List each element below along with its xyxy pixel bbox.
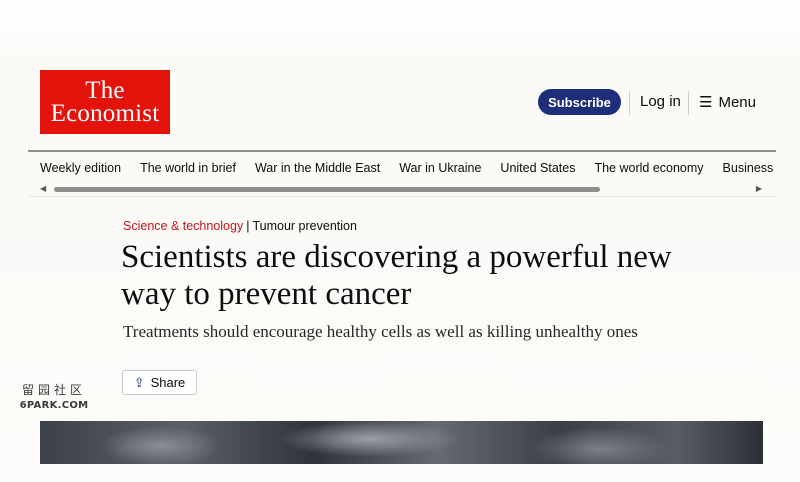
scroll-thumb[interactable]	[54, 187, 600, 192]
watermark-chinese: 留园社区	[21, 383, 86, 397]
scroll-right-arrow-icon[interactable]: ▶	[756, 184, 762, 193]
breadcrumb: Science & technology | Tumour prevention	[123, 219, 357, 233]
nav-top-rule	[28, 150, 776, 152]
section-nav: Weekly edition The world in brief War in…	[40, 161, 773, 175]
scroll-left-arrow-icon[interactable]: ◀	[40, 184, 46, 193]
share-button[interactable]: ⇪ Share	[122, 370, 197, 395]
nav-item-ukraine[interactable]: War in Ukraine	[399, 161, 481, 175]
section-link[interactable]: Science & technology	[123, 219, 243, 233]
header-divider	[629, 91, 630, 115]
article-headline: Scientists are discovering a powerful ne…	[121, 239, 672, 312]
nav-scrollbar[interactable]: ◀ ▶	[40, 184, 762, 195]
menu-button[interactable]: ☰ Menu	[699, 93, 756, 112]
share-label: Share	[150, 375, 186, 390]
economist-logo[interactable]: The Economist	[40, 70, 170, 134]
logo-line-2: Economist	[50, 100, 160, 127]
nav-item-world-economy[interactable]: The world economy	[594, 161, 703, 175]
menu-label: Menu	[718, 93, 756, 111]
nav-item-weekly-edition[interactable]: Weekly edition	[40, 161, 121, 175]
watermark: 留园社区 6PARK.COM	[14, 383, 94, 413]
menu-search-icon: ☰	[699, 94, 713, 111]
share-icon: ⇪	[133, 374, 145, 390]
nav-item-business[interactable]: Business	[723, 161, 774, 175]
login-link[interactable]: Log in	[640, 93, 681, 110]
subscribe-button[interactable]: Subscribe	[538, 89, 621, 115]
article-subheadline: Treatments should encourage healthy cell…	[123, 322, 638, 341]
watermark-site: 6PARK.COM	[19, 400, 89, 411]
header-divider	[688, 91, 689, 115]
topic-link[interactable]: Tumour prevention	[252, 219, 356, 233]
nav-item-middle-east[interactable]: War in the Middle East	[255, 161, 380, 175]
nav-bottom-rule	[28, 196, 776, 197]
breadcrumb-separator: |	[246, 219, 250, 233]
hero-image	[40, 421, 763, 464]
nav-item-united-states[interactable]: United States	[500, 161, 575, 175]
nav-item-world-in-brief[interactable]: The world in brief	[140, 161, 236, 175]
logo-line-1: The	[85, 77, 125, 104]
